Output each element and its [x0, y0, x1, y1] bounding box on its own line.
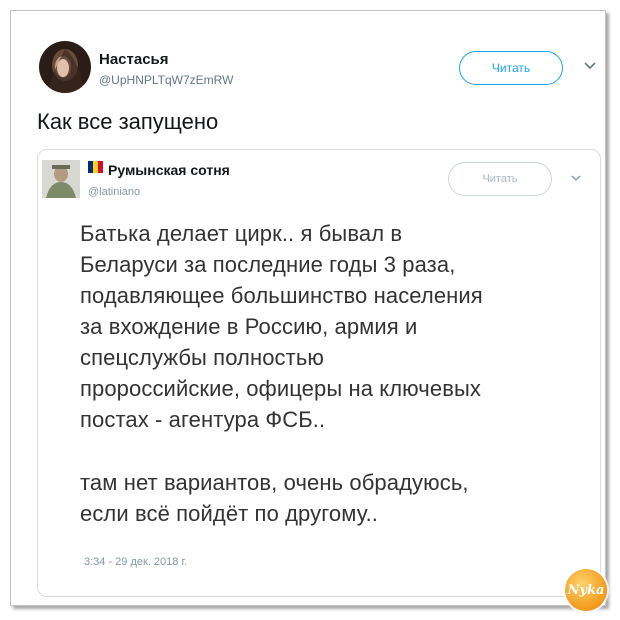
- flag-romania-icon: [88, 161, 103, 173]
- quoted-follow-button[interactable]: Читать: [448, 162, 552, 196]
- follow-button[interactable]: Читать: [459, 51, 563, 85]
- watermark-logo: Nyka: [565, 569, 607, 611]
- quoted-line: Батька делает цирк.. я бывал в: [80, 221, 403, 246]
- avatar[interactable]: [42, 160, 80, 198]
- quoted-line: спецслужбы полностью: [80, 345, 324, 370]
- chevron-down-icon[interactable]: [570, 174, 582, 183]
- quoted-line: за вхождение в Россию, армия и: [80, 314, 418, 339]
- chevron-down-icon[interactable]: [583, 61, 597, 71]
- quoted-tweet[interactable]: Румынская сотня @latiniano Читать Батька…: [37, 149, 601, 597]
- quoted-tweet-body: Батька делает цирк.. я бывал в Беларуси …: [80, 218, 600, 529]
- tweet-card: Настасья @UpHNPLTqW7zEmRW Читать Как все…: [10, 10, 607, 611]
- quoted-line: если всё пойдёт по другому..: [80, 501, 379, 526]
- quoted-line: Беларуси за последние годы 3 раза,: [80, 252, 456, 277]
- avatar[interactable]: [39, 41, 91, 93]
- author-handle[interactable]: @UpHNPLTqW7zEmRW: [99, 73, 233, 87]
- quoted-line: пророссийские, офицеры на ключевых: [80, 376, 482, 401]
- quoted-line: подавляющее большинство населения: [80, 283, 483, 308]
- author-name[interactable]: Настасья: [99, 51, 169, 68]
- quoted-author-name[interactable]: Румынская сотня: [108, 162, 230, 178]
- quoted-author-handle[interactable]: @latiniano: [88, 186, 140, 198]
- tweet-text: Как все запущено: [37, 109, 219, 134]
- quoted-timestamp[interactable]: 3:34 - 29 дек. 2018 г.: [84, 556, 187, 568]
- quoted-line: там нет вариантов, очень обрадуюсь,: [80, 470, 469, 495]
- quoted-line: постах - агентура ФСБ..: [80, 407, 326, 432]
